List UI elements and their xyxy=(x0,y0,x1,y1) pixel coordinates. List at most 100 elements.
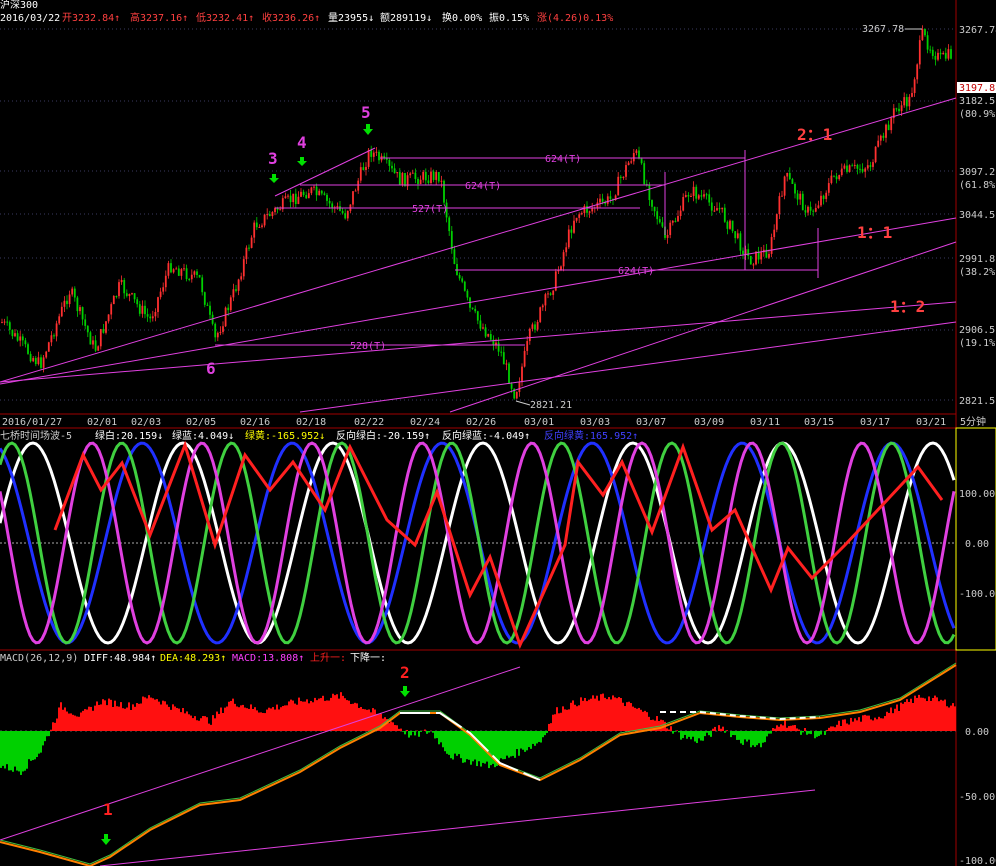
macd-bar xyxy=(54,722,56,731)
candle-body xyxy=(40,357,42,368)
macd-bar xyxy=(634,707,636,731)
candle-body xyxy=(180,269,183,276)
candle-body xyxy=(825,192,828,199)
macd-bar xyxy=(166,704,168,731)
macd-bar xyxy=(6,731,8,765)
macd-bar xyxy=(844,719,846,731)
candle-body xyxy=(684,195,687,197)
macd-bar xyxy=(666,728,668,731)
candle-body xyxy=(820,195,822,206)
candle-body xyxy=(346,210,349,219)
macd-bar xyxy=(434,731,436,739)
candle-body xyxy=(643,163,646,185)
header-low: 低3232.41↑ xyxy=(196,11,254,24)
macd-bar xyxy=(88,706,90,731)
macd-bar xyxy=(904,701,906,731)
macd-bar xyxy=(512,731,514,756)
candle-body xyxy=(536,321,539,330)
candle-body xyxy=(287,195,289,197)
macd-bar xyxy=(236,706,238,731)
macd-bar xyxy=(46,731,48,737)
macd-bar xyxy=(518,731,520,756)
candle-body xyxy=(848,165,851,172)
candle-body xyxy=(947,49,950,59)
macd-bar xyxy=(542,731,544,738)
macd-bar xyxy=(630,703,632,731)
macd-bar xyxy=(510,731,512,757)
candle-body xyxy=(73,288,76,298)
candle-body xyxy=(778,196,781,215)
macd-bar xyxy=(894,708,896,731)
macd-bar xyxy=(942,700,944,731)
ratio-1-2: 1：2 xyxy=(890,297,925,316)
candle-body xyxy=(541,305,544,308)
candle-body xyxy=(388,159,391,166)
macd-bar xyxy=(26,731,28,769)
candle-body xyxy=(874,146,877,163)
macd-bar xyxy=(450,731,452,759)
candle-body xyxy=(903,97,906,106)
instrument-name[interactable]: 沪深300 xyxy=(0,0,38,11)
macd-bar xyxy=(626,702,628,731)
candle-body xyxy=(534,324,536,330)
candle-body xyxy=(79,307,81,312)
macd-bar xyxy=(104,700,106,731)
macd-bar xyxy=(134,706,136,731)
macd-bar xyxy=(590,698,592,731)
candle-body xyxy=(253,222,256,238)
macd-bar xyxy=(8,731,10,771)
macd-bar xyxy=(750,731,752,748)
macd-bar xyxy=(18,731,20,772)
macd-bar xyxy=(198,720,200,731)
macd-bar xyxy=(886,711,888,731)
candle-body xyxy=(656,211,659,220)
current-price: 3197.8 xyxy=(959,83,995,94)
candle-body xyxy=(396,172,399,174)
candle-body xyxy=(450,231,453,250)
macd-bar xyxy=(724,731,726,733)
macd-bar xyxy=(160,704,162,731)
macd-tick: 0.00 xyxy=(965,727,989,738)
candle-body xyxy=(749,255,752,265)
macd-bar xyxy=(786,727,788,731)
wave-tick: 100.00 xyxy=(959,489,995,500)
macd-bar xyxy=(412,731,414,732)
candle-body xyxy=(297,196,300,205)
macd-bar xyxy=(146,698,148,731)
macd-bar xyxy=(918,694,920,731)
candle-body xyxy=(92,340,94,345)
macd-bar xyxy=(788,726,790,731)
candle-body xyxy=(188,279,191,281)
macd-bar xyxy=(202,716,204,731)
macd-bar xyxy=(52,722,54,731)
macd-bar xyxy=(748,731,750,740)
macd-bar xyxy=(312,702,314,731)
macd-bar xyxy=(86,709,88,731)
candle-body xyxy=(352,191,354,205)
macd-bar xyxy=(622,702,624,731)
period-selector[interactable]: 5分钟 xyxy=(960,415,986,428)
candle-body xyxy=(474,308,477,312)
candle-body xyxy=(378,151,380,161)
macd-bar xyxy=(298,697,300,731)
macd-bar xyxy=(128,702,130,731)
macd-bar xyxy=(316,700,318,731)
candle-body xyxy=(835,176,838,180)
macd-bar xyxy=(674,731,676,732)
candle-body xyxy=(206,304,209,306)
candle-body xyxy=(523,350,526,367)
macd-bar xyxy=(0,731,2,768)
candle-body xyxy=(131,293,133,295)
macd-bar xyxy=(700,731,702,741)
wave-axis: 100.00 0.00 -100.00 xyxy=(959,489,996,600)
candle-body xyxy=(885,124,887,138)
macd-bar xyxy=(116,706,118,731)
macd-bar xyxy=(68,713,70,731)
macd-bar xyxy=(926,701,928,731)
candle-body xyxy=(817,205,820,208)
macd-bar xyxy=(16,731,18,771)
macd-bar xyxy=(564,709,566,731)
price-tick: 2906.5 xyxy=(959,325,995,336)
macd-bar xyxy=(816,731,818,737)
arrow-down-icon xyxy=(269,174,279,183)
